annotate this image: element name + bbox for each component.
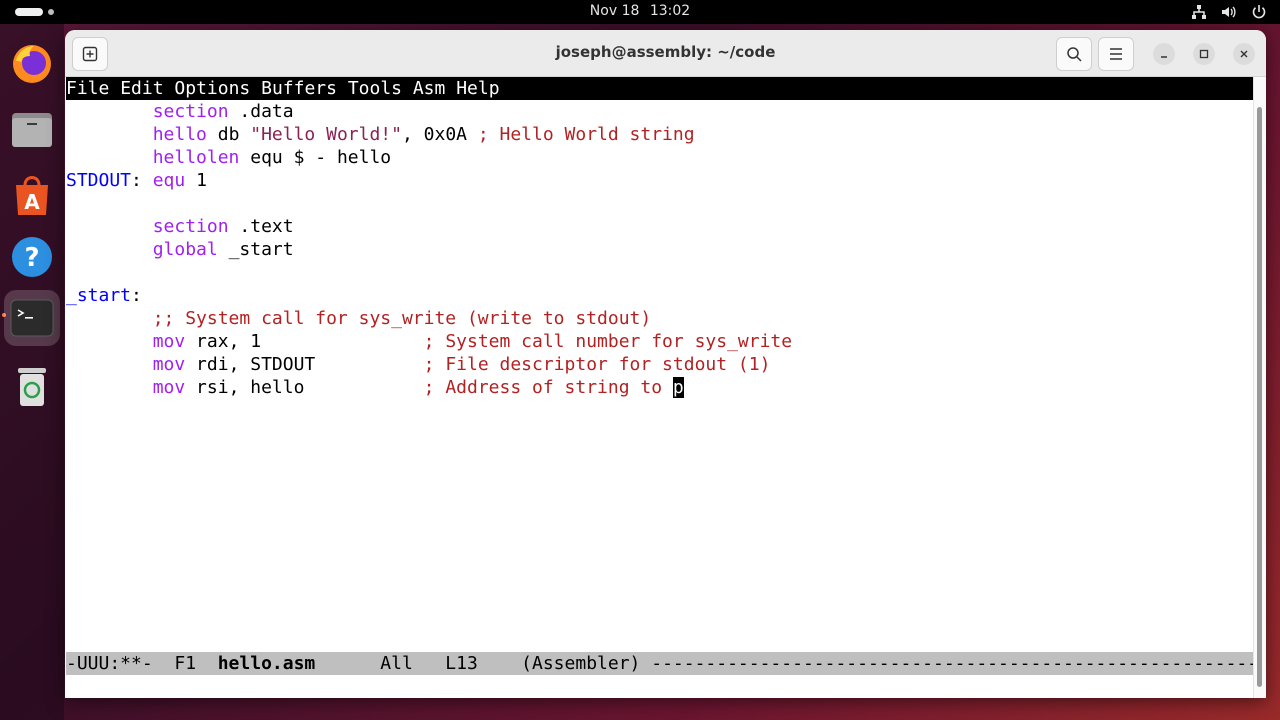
clock-time: 13:02 [649,3,691,19]
string-literal: "Hello World!" [250,124,402,145]
code-line-3[interactable]: hellolen equ $ - hello [66,146,391,169]
help-icon[interactable]: ? [9,234,55,280]
code-line-9[interactable]: _start: [66,284,142,307]
modeline-position: All L13 [315,653,522,674]
hamburger-menu-icon[interactable] [1098,37,1134,71]
comment: ; System call number for sys_write [423,331,793,352]
top-bar: Nov 18 13:02 [0,0,1280,24]
code-line-7[interactable]: global _start [66,238,294,261]
echo-area[interactable] [66,675,1253,698]
code-line-2[interactable]: hello db "Hello World!", 0x0A ; Hello Wo… [66,123,695,146]
svg-text:A: A [24,190,40,214]
svg-text:?: ? [24,243,39,273]
code-line-12[interactable]: mov rdi, STDOUT ; File descriptor for st… [66,353,771,376]
label: STDOUT [66,170,132,191]
modeline-fill: ----------------------------------------… [651,653,1253,674]
emacs-mode-line[interactable]: -UUU:**- F1 hello.asm All L13 (Assembler… [66,652,1253,675]
keyword: mov [152,331,186,352]
comment: ;; System call for sys_write (write to s… [152,308,652,329]
firefox-icon[interactable] [9,40,55,86]
title-bar[interactable]: joseph@assembly: ~/code [65,30,1266,77]
app-center-icon[interactable]: A [9,172,55,218]
menu-file[interactable]: File [66,78,109,99]
scrollbar-thumb[interactable] [1257,107,1262,687]
code-text: rsi, hello [185,377,424,398]
terminal-window: joseph@assembly: ~/code File Edit Option… [65,30,1266,698]
code-text: .data [228,101,294,122]
code-text: rdi, STDOUT [185,354,424,375]
network-icon[interactable] [1190,3,1208,21]
code-text: _start [217,239,294,260]
keyword: section [152,216,229,237]
system-tray[interactable] [1190,3,1268,21]
comment: ; Hello World string [477,124,695,145]
keyword: section [152,101,229,122]
keyword: mov [152,377,186,398]
close-icon[interactable] [1233,43,1255,65]
comment: ; File descriptor for stdout (1) [423,354,771,375]
code-text: : [131,170,153,191]
code-text: 1 [185,170,207,191]
modeline-buffer-name[interactable]: hello.asm [218,653,316,674]
scrollbar[interactable] [1253,77,1266,698]
menu-asm[interactable]: Asm [413,78,446,99]
search-icon[interactable] [1056,37,1092,71]
terminal-icon[interactable] [4,290,60,346]
label: _start [66,285,132,306]
menu-help[interactable]: Help [456,78,499,99]
code-text: rax, 1 [185,331,424,352]
emacs-menu-bar: File Edit Options Buffers Tools Asm Help [66,77,1253,100]
power-icon[interactable] [1250,3,1268,21]
menu-edit[interactable]: Edit [120,78,163,99]
code-line-1[interactable]: section .data [66,100,294,123]
keyword: equ [152,170,186,191]
maximize-icon[interactable] [1193,43,1215,65]
keyword: hellolen [152,147,240,168]
emacs-frame[interactable]: File Edit Options Buffers Tools Asm Help… [65,77,1254,698]
clock-date: Nov 18 [589,3,640,19]
code-line-6[interactable]: section .text [66,215,294,238]
code-text: db [206,124,251,145]
text-cursor: p [672,377,684,398]
code-text: : [131,285,142,306]
code-line-11[interactable]: mov rax, 1 ; System call number for sys_… [66,330,792,353]
code-text: .text [228,216,294,237]
minimize-icon[interactable] [1153,43,1175,65]
code-text: equ $ - hello [239,147,392,168]
menu-options[interactable]: Options [174,78,250,99]
files-icon[interactable] [9,106,55,152]
comment: ; Address of string to [423,377,673,398]
dock: A ? [0,24,64,720]
code-line-10[interactable]: ;; System call for sys_write (write to s… [66,307,652,330]
trash-icon[interactable] [9,364,55,410]
code-line-13[interactable]: mov rsi, hello ; Address of string to p [66,376,684,399]
menu-buffers[interactable]: Buffers [261,78,337,99]
keyword: hello [152,124,207,145]
code-line-4[interactable]: STDOUT: equ 1 [66,169,207,192]
volume-icon[interactable] [1220,3,1238,21]
keyword: global [152,239,218,260]
clock[interactable]: Nov 18 13:02 [0,3,1280,19]
menu-tools[interactable]: Tools [348,78,402,99]
code-text: , 0x0A [401,124,478,145]
modeline-major-mode[interactable]: (Assembler) [521,653,640,674]
keyword: mov [152,354,186,375]
modeline-status: -UUU:**- F1 [66,653,218,674]
